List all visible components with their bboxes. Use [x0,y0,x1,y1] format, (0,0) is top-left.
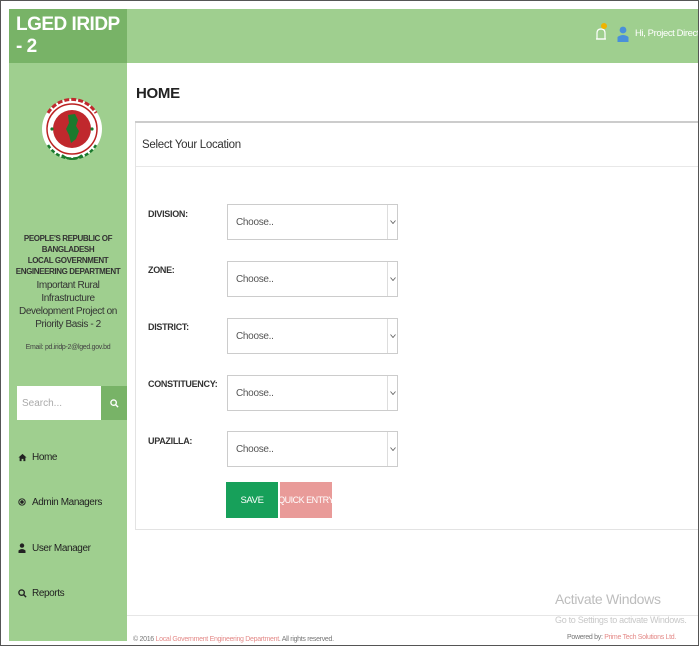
location-panel: Select Your Location DIVISION: Choose.. … [135,123,698,530]
footer-powered-by: Powered by: Prime Tech Solutions Ltd. [567,634,677,641]
chevron-down-icon [387,262,397,296]
zone-select[interactable]: Choose.. [227,261,398,297]
sidebar-item-user-manager[interactable]: User Manager [9,536,127,560]
home-icon [17,453,27,462]
contact-email: Email: pd.iridp-2@lged.gov.bd [25,344,111,351]
upazilla-select[interactable]: Choose.. [227,431,398,467]
sidebar-item-home[interactable]: Home [9,445,127,469]
footer-org-link[interactable]: Local Government Engineering Department [156,636,280,643]
constituency-label: CONSTITUENCY: [148,379,218,389]
save-button[interactable]: SAVE [226,482,278,518]
sidebar-search [17,386,127,420]
sidebar: LGED IRIDP - 2 PEOPLE'S REPUBLIC OF BANG… [9,9,127,641]
user-icon [17,543,27,553]
government-emblem-icon [42,97,102,160]
project-name: Important Rural Infrastructure Developme… [19,280,117,330]
top-header: Hi, Project Director [127,9,698,63]
chevron-down-icon [387,432,397,466]
organization-name: PEOPLE'S REPUBLIC OF BANGLADESH LOCAL GO… [15,234,121,276]
user-avatar-icon[interactable] [617,26,629,42]
footer-divider [127,615,698,616]
footer-copyright: © 2016 Local Government Engineering Depa… [133,636,334,643]
sidebar-item-reports[interactable]: Reports [9,581,127,605]
sidebar-item-admin-managers[interactable]: Admin Managers [9,490,127,514]
search-icon [17,588,27,598]
chevron-down-icon [387,376,397,410]
upazilla-label: UPAZILLA: [148,436,193,446]
activate-windows-subtitle: Go to Settings to activate Windows. [555,615,687,625]
activate-windows-title: Activate Windows [555,591,661,607]
constituency-select[interactable]: Choose.. [227,375,398,411]
user-greeting[interactable]: Hi, Project Director [635,28,698,39]
district-label: DISTRICT: [148,322,189,332]
page-title: HOME [136,85,180,102]
panel-title: Select Your Location [136,123,698,167]
zone-label: ZONE: [148,265,175,275]
radio-dot-icon [17,498,27,506]
notification-bell-icon[interactable] [594,21,608,43]
search-button[interactable] [101,386,127,420]
footer-vendor-link[interactable]: Prime Tech Solutions Ltd. [604,634,676,641]
search-icon [109,398,119,408]
chevron-down-icon [387,319,397,353]
division-label: DIVISION: [148,209,188,219]
quick-entry-button[interactable]: QUICK ENTRY [280,482,332,518]
search-input[interactable] [17,386,101,420]
chevron-down-icon [387,205,397,239]
division-select[interactable]: Choose.. [227,204,398,240]
app-window: LGED IRIDP - 2 PEOPLE'S REPUBLIC OF BANG… [0,0,699,646]
app-brand-title[interactable]: LGED IRIDP - 2 [9,9,127,63]
district-select[interactable]: Choose.. [227,318,398,354]
